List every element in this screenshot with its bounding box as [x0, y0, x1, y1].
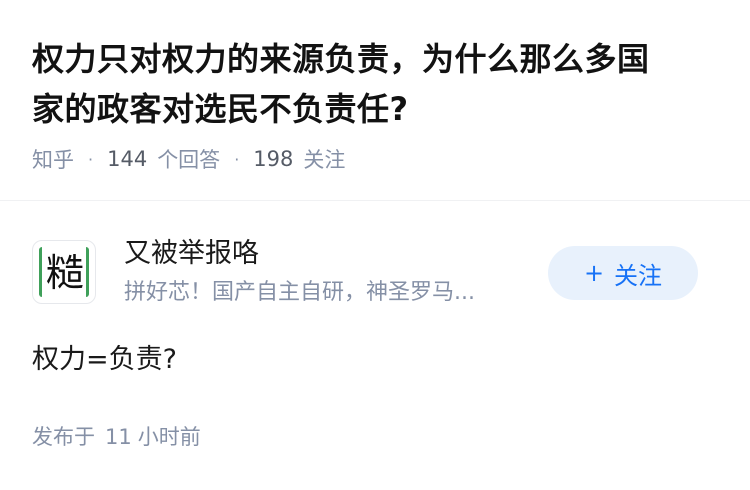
- source-label[interactable]: 知乎: [32, 144, 74, 174]
- avatar[interactable]: 糙: [32, 240, 96, 304]
- followers-count: 198: [253, 147, 294, 171]
- question-header: 权力只对权力的来源负责，为什么那么多国 家的政客对选民不负责任? 知乎 · 14…: [32, 34, 722, 174]
- followers-label[interactable]: 关注: [303, 144, 345, 174]
- follow-button-label: 关注: [614, 261, 663, 290]
- author-card: 糙 又被举报咯 拼好芯！国产自主自研，神圣罗马... + 关注: [32, 236, 722, 310]
- author-bio: 拼好芯！国产自主自研，神圣罗马...: [124, 280, 475, 305]
- section-divider: [0, 200, 750, 201]
- meta-separator: ·: [234, 149, 240, 169]
- meta-separator: ·: [88, 149, 94, 169]
- follow-button[interactable]: + 关注: [548, 246, 698, 300]
- answers-count: 144: [107, 147, 148, 171]
- question-title-line-2[interactable]: 家的政客对选民不负责任?: [32, 90, 409, 128]
- author-name[interactable]: 又被举报咯: [124, 236, 544, 272]
- question-title[interactable]: 权力只对权力的来源负责，为什么那么多国 家的政客对选民不负责任?: [32, 34, 722, 134]
- publish-number: 11: [105, 425, 132, 449]
- question-meta: 知乎 · 144 个回答 · 198 关注: [32, 144, 722, 174]
- publish-suffix: 小时前: [137, 425, 201, 449]
- publish-time: 发布于 11 小时前: [32, 422, 201, 452]
- question-title-line-1[interactable]: 权力只对权力的来源负责，为什么那么多国: [32, 40, 650, 78]
- plus-icon: +: [583, 259, 605, 287]
- answer-content[interactable]: 权力=负责?: [32, 340, 177, 380]
- avatar-glyph: 糙: [45, 251, 84, 295]
- publish-prefix: 发布于: [32, 425, 95, 449]
- author-info: 又被举报咯 拼好芯！国产自主自研，神圣罗马...: [124, 236, 544, 308]
- answers-label[interactable]: 个回答: [157, 144, 220, 174]
